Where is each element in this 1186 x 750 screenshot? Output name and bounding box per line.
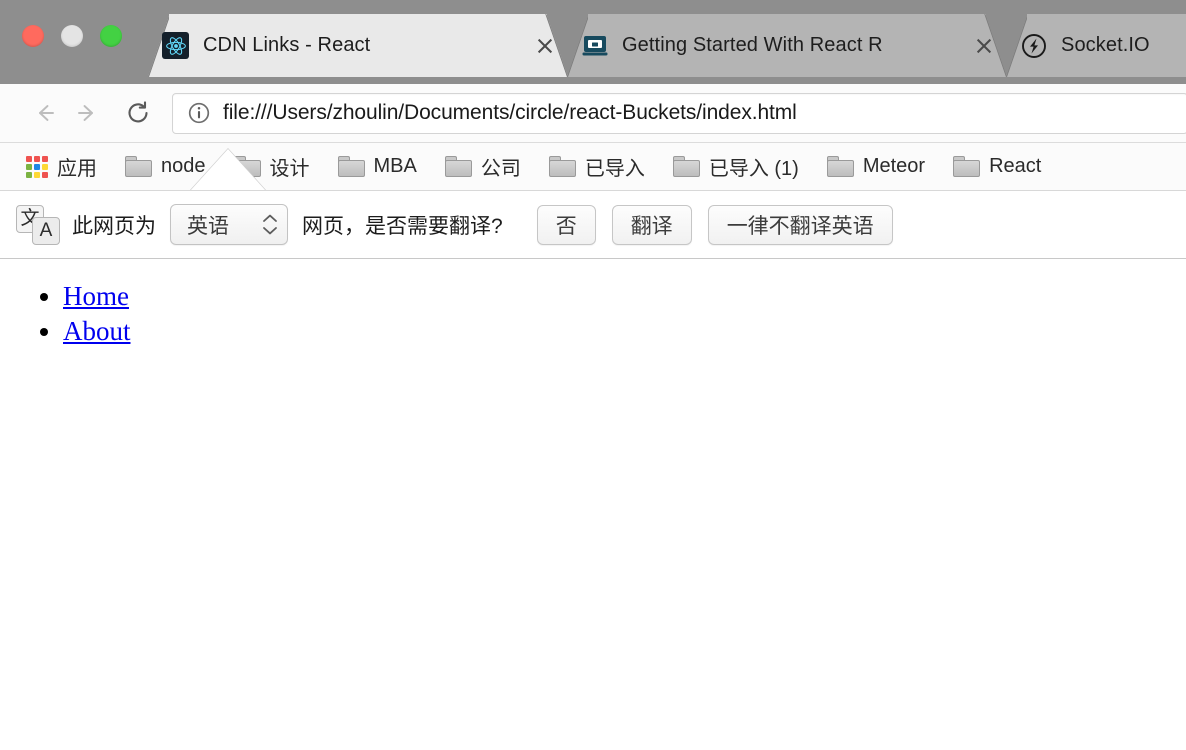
tab-list: CDN Links - React Getting Started With R… [148,14,1186,84]
link-home[interactable]: Home [63,281,129,311]
chevron-updown-icon [262,214,278,235]
link-about[interactable]: About [63,316,131,346]
bookmark-label: 应用 [57,158,97,180]
bookmark-apps[interactable]: 应用 [24,148,107,185]
tab-title: Socket.IO [1061,34,1150,56]
laptop-icon [581,32,608,59]
back-button[interactable] [22,91,66,135]
tab-socket-io[interactable]: Socket.IO [1006,14,1186,77]
translate-suffix-text: 网页，是否需要翻译? [302,214,503,238]
folder-icon [125,156,152,177]
list-item: About [63,316,1186,347]
folder-icon [444,156,472,177]
translate-icon-glyph-target: A [32,216,60,245]
tab-cdn-links-react[interactable]: CDN Links - React [148,14,568,77]
bookmark-imported[interactable]: 已导入 [547,148,655,185]
folder-icon [548,156,576,177]
minimize-window-button[interactable] [61,25,83,47]
bookmarks-bar: 应用 node 设计 MBA 公司 已导入 已导入 (1) Meteor Rea… [0,143,1186,191]
browser-window: CDN Links - React Getting Started With R… [0,0,1186,750]
address-bar-url: file:///Users/zhoulin/Documents/circle/r… [223,101,797,124]
bookmark-label: Meteor [862,155,926,177]
page-content: Home About [0,259,1186,745]
nav-link-list: Home About [0,281,1186,347]
tab-strip: CDN Links - React Getting Started With R… [0,0,1186,84]
infobar-pointer-triangle [190,149,266,190]
tab-getting-started-with-react[interactable]: Getting Started With React R [567,14,1007,77]
selected-language-label: 英语 [187,214,229,238]
bookmark-imported-1[interactable]: 已导入 (1) [671,148,809,185]
translate-prefix-text: 此网页为 [72,214,156,238]
bookmark-label: MBA [373,155,417,177]
translate-button[interactable]: 翻译 [611,204,692,245]
tab-title: Getting Started With React R [622,34,883,56]
lightning-icon [1020,32,1047,59]
reload-button[interactable] [116,91,160,135]
decline-translate-button[interactable]: 否 [536,204,596,245]
bookmark-meteor[interactable]: Meteor [825,151,935,182]
browser-toolbar: file:///Users/zhoulin/Documents/circle/r… [0,84,1186,143]
translate-icon: 文 A [16,204,60,245]
bookmark-label: 已导入 [584,158,645,180]
close-window-button[interactable] [22,25,44,47]
bookmark-label: 设计 [269,158,310,180]
folder-icon [337,156,365,177]
bookmark-react[interactable]: React [951,151,1051,182]
bookmark-label: React [989,155,1042,177]
close-tab-button[interactable] [532,33,558,59]
zoom-window-button[interactable] [100,25,122,47]
never-translate-english-button[interactable]: 一律不翻译英语 [707,204,893,245]
folder-icon [953,156,981,177]
list-item: Home [63,281,1186,312]
address-bar[interactable]: file:///Users/zhoulin/Documents/circle/r… [172,92,1186,134]
bookmark-label: 已导入 (1) [708,158,799,180]
close-tab-button[interactable] [971,33,997,59]
folder-icon [826,156,854,177]
react-icon [162,32,189,59]
folder-icon [672,156,700,177]
apps-grid-icon [26,155,48,178]
translate-infobar: 文 A 此网页为 英语 网页，是否需要翻译? 否 翻译 一律不翻译英语 [0,191,1186,259]
bookmark-mba[interactable]: MBA [336,151,427,182]
bookmark-label: 公司 [480,158,521,180]
site-info-icon[interactable] [187,101,211,125]
tab-title: CDN Links - React [203,34,371,56]
source-language-select[interactable]: 英语 [170,204,288,245]
forward-button[interactable] [66,91,110,135]
window-traffic-lights [22,25,122,47]
bookmark-company[interactable]: 公司 [443,148,531,185]
